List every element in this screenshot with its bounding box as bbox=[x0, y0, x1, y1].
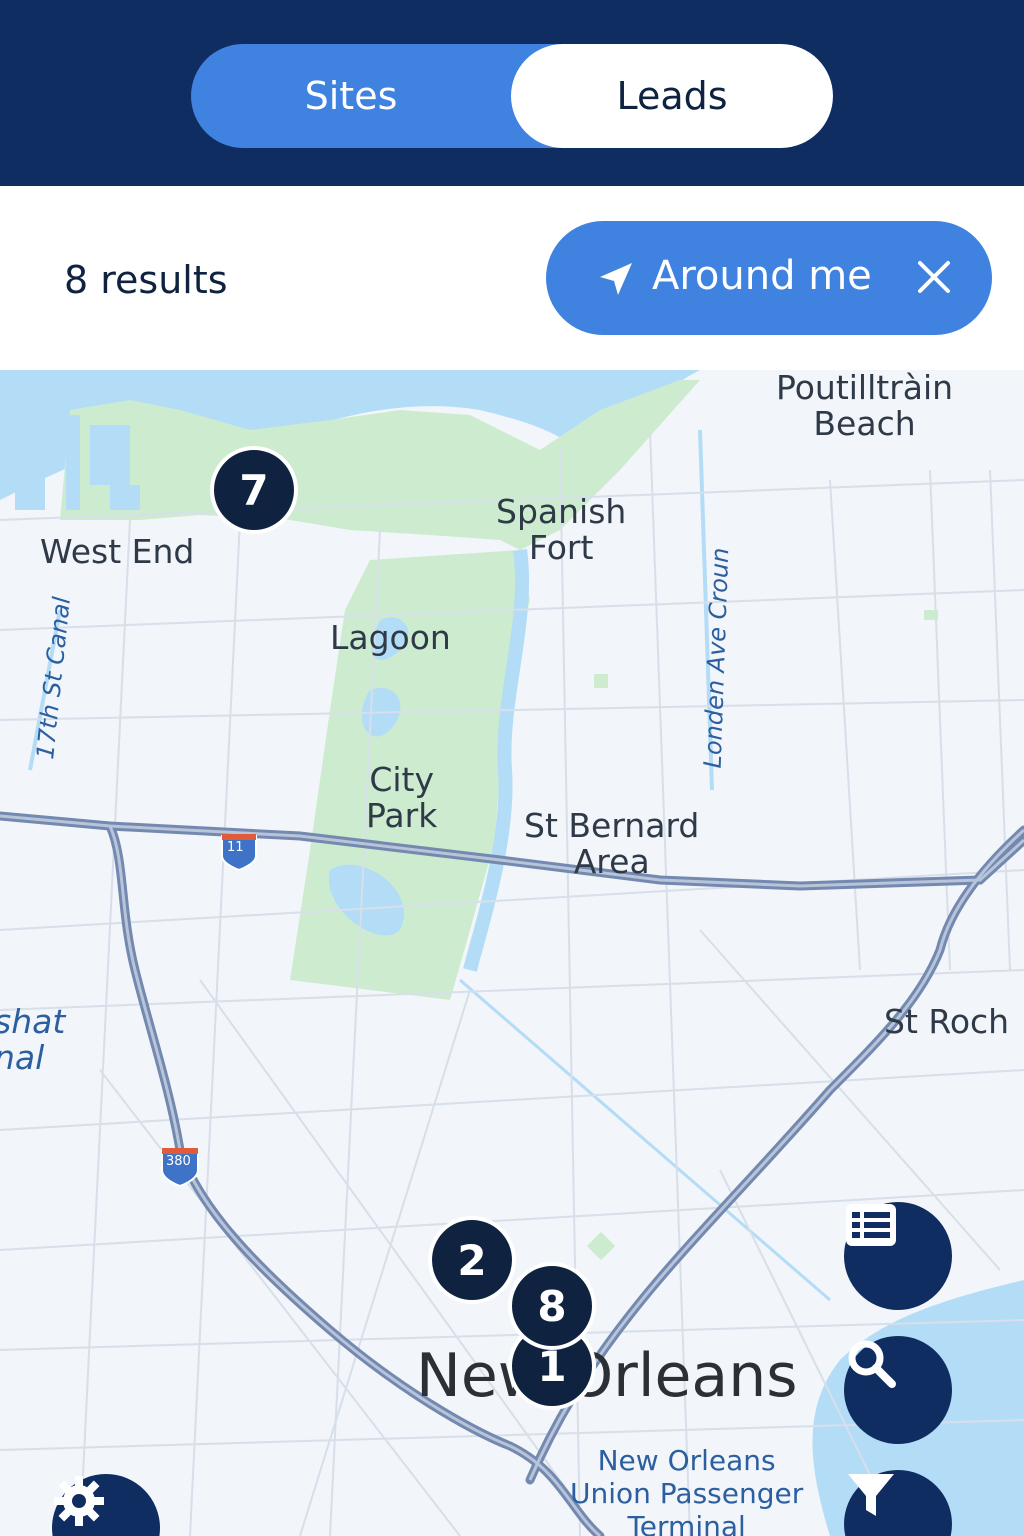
shield-i610-label: 380 bbox=[166, 1154, 191, 1169]
results-count: 8 results bbox=[64, 258, 228, 302]
navigation-arrow-icon bbox=[600, 263, 632, 295]
sites-leads-segmented-control: Sites Leads bbox=[191, 44, 833, 148]
tab-leads[interactable]: Leads bbox=[511, 44, 833, 148]
small-park bbox=[594, 674, 608, 688]
harbor-basin bbox=[15, 470, 45, 510]
harbor-basin bbox=[90, 425, 130, 485]
search-icon bbox=[848, 1340, 896, 1388]
map-label-st-roch: St Roch bbox=[884, 1002, 1010, 1041]
lead-cluster-marker[interactable]: 2 bbox=[428, 1216, 516, 1304]
filter-icon bbox=[848, 1474, 894, 1516]
map-label-city-park: City Park bbox=[366, 760, 438, 835]
tab-sites[interactable]: Sites bbox=[191, 44, 511, 148]
map-label-spanish-fort: Spanish Fort bbox=[496, 492, 627, 567]
close-icon[interactable] bbox=[916, 259, 952, 295]
map-view[interactable]: 11 380 Poutilltràin Beach West End Spani… bbox=[0, 370, 1024, 1536]
shield-i10-label: 11 bbox=[227, 840, 244, 855]
map-label-st-bernard: St Bernard Area bbox=[524, 806, 700, 881]
map-label-london-ave: Londen Ave Croun bbox=[698, 547, 735, 769]
around-me-chip[interactable]: Around me bbox=[546, 221, 992, 335]
map-label-new-orleans: New Orleans bbox=[416, 1341, 798, 1411]
map-label-industrial-canal: shat nal bbox=[0, 1002, 66, 1077]
map-label-lagoon: Lagoon bbox=[330, 618, 451, 657]
lead-cluster-marker[interactable]: 8 bbox=[508, 1262, 596, 1350]
around-me-label: Around me bbox=[652, 253, 872, 299]
map-label-west-end: West End bbox=[40, 532, 195, 571]
lead-cluster-marker[interactable]: 7 bbox=[210, 446, 298, 534]
small-park bbox=[924, 610, 938, 620]
map-label-union-terminal: New Orleans Union Passenger Terminal bbox=[570, 1444, 804, 1536]
header-bar: Sites Leads bbox=[0, 0, 1024, 186]
gear-icon bbox=[54, 1476, 104, 1526]
harbor-basin bbox=[110, 485, 140, 510]
list-view-button[interactable] bbox=[844, 1202, 952, 1310]
harbor-basin bbox=[66, 415, 80, 510]
filter-bar: 8 results Around me bbox=[0, 186, 1024, 370]
search-button[interactable] bbox=[844, 1336, 952, 1444]
list-view-icon bbox=[846, 1204, 896, 1246]
map-label-pontchartrain-beach: Poutilltràin Beach bbox=[776, 370, 954, 443]
